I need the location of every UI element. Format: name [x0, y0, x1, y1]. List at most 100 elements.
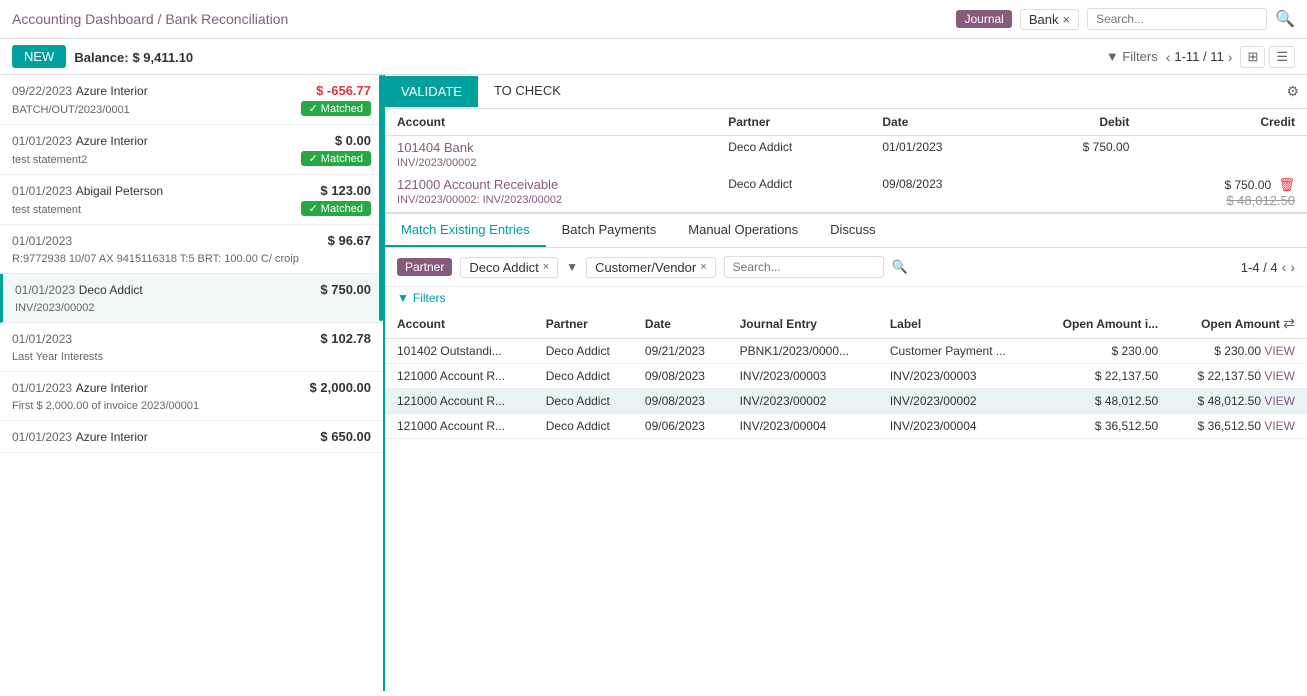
- kanban-view-button[interactable]: ⊞: [1240, 46, 1265, 68]
- bank-filter-close[interactable]: ×: [1062, 12, 1070, 27]
- item-ref: Last Year Interests: [12, 351, 103, 363]
- item-ref: test statement: [12, 204, 81, 216]
- item-ref: BATCH/OUT/2023/0001: [12, 104, 130, 116]
- item-date: 01/01/2023: [12, 430, 72, 444]
- date-cell: 01/01/2023: [870, 136, 1017, 174]
- view-buttons: ⊞ ☰: [1240, 46, 1295, 68]
- item-date: 01/01/2023: [12, 234, 72, 248]
- col-date: Date: [633, 309, 728, 339]
- new-button[interactable]: NEW: [12, 45, 66, 68]
- list-item[interactable]: 01/01/2023 Azure Interior $ 2,000.00 Fir…: [0, 372, 383, 421]
- filter-icon[interactable]: ▼: [397, 291, 409, 305]
- account-cell: 121000 Account Receivable INV/2023/00002…: [385, 173, 716, 212]
- item-ref: First $ 2,000.00 of invoice 2023/00001: [12, 400, 199, 412]
- item-date: 01/01/2023: [12, 184, 72, 198]
- match-search-input[interactable]: [724, 256, 884, 278]
- partner-filter-close[interactable]: ×: [543, 261, 549, 273]
- match-label: INV/2023/00003: [878, 364, 1036, 389]
- match-open-i: $ 48,012.50: [1036, 389, 1171, 414]
- item-date: 01/01/2023: [12, 381, 72, 395]
- match-date: 09/08/2023: [633, 389, 728, 414]
- partner-value-pill[interactable]: Deco Addict ×: [460, 257, 558, 278]
- customer-vendor-pill[interactable]: Customer/Vendor ×: [586, 257, 716, 278]
- list-view-button[interactable]: ☰: [1269, 46, 1295, 68]
- delete-icon[interactable]: 🗑: [1278, 177, 1295, 192]
- search-input[interactable]: [1087, 8, 1267, 30]
- bottom-tabs: Match Existing Entries Batch Payments Ma…: [385, 213, 1307, 248]
- customer-vendor-close[interactable]: ×: [700, 261, 706, 273]
- match-journal-entry: INV/2023/00003: [728, 364, 878, 389]
- item-date: 01/01/2023: [15, 283, 75, 297]
- item-amount: $ -656.77: [316, 83, 371, 98]
- match-row[interactable]: 121000 Account R... Deco Addict 09/06/20…: [385, 414, 1307, 439]
- next-page-button[interactable]: ›: [1228, 49, 1233, 65]
- item-amount: $ 650.00: [320, 429, 371, 444]
- debit-cell: [1018, 173, 1142, 212]
- match-open: $ 230.00 VIEW: [1170, 339, 1307, 364]
- view-link[interactable]: VIEW: [1264, 344, 1295, 358]
- match-next-button[interactable]: ›: [1290, 259, 1295, 275]
- list-item[interactable]: 01/01/2023 Azure Interior $ 650.00: [0, 421, 383, 453]
- tab-manual-operations[interactable]: Manual Operations: [672, 214, 814, 247]
- funnel-icon: ▼: [566, 260, 578, 274]
- list-item[interactable]: 01/01/2023 $ 102.78 Last Year Interests: [0, 323, 383, 372]
- match-row-highlighted[interactable]: 121000 Account R... Deco Addict 09/08/20…: [385, 389, 1307, 414]
- col-label: Label: [878, 309, 1036, 339]
- match-journal-entry: INV/2023/00002: [728, 389, 878, 414]
- list-item[interactable]: 01/01/2023 Deco Addict $ 750.00 INV/2023…: [0, 274, 383, 323]
- main-layout: 09/22/2023 Azure Interior $ -656.77 BATC…: [0, 75, 1307, 691]
- item-ref: R:9772938 10/07 AX 9415116318 T:5 BRT: 1…: [12, 253, 299, 265]
- tocheck-tab[interactable]: TO CHECK: [478, 75, 577, 108]
- view-link[interactable]: VIEW: [1264, 369, 1295, 383]
- header-right: Journal Bank × 🔍: [956, 8, 1295, 30]
- tab-batch-payments[interactable]: Batch Payments: [546, 214, 673, 247]
- left-panel: 09/22/2023 Azure Interior $ -656.77 BATC…: [0, 75, 385, 691]
- item-amount: $ 750.00: [320, 282, 371, 297]
- match-prev-button[interactable]: ‹: [1282, 259, 1287, 275]
- view-link[interactable]: VIEW: [1264, 394, 1295, 408]
- account-table: Account Partner Date Debit Credit 101404…: [385, 109, 1307, 212]
- filters-button[interactable]: ▼ Filters: [1106, 49, 1158, 64]
- item-partner: Deco Addict: [79, 283, 143, 297]
- tab-discuss[interactable]: Discuss: [814, 214, 892, 247]
- item-amount: $ 102.78: [320, 331, 371, 346]
- debit-header: Debit: [1018, 109, 1142, 136]
- partner-cell: Deco Addict: [716, 173, 870, 212]
- prev-page-button[interactable]: ‹: [1166, 49, 1171, 65]
- match-partner: Deco Addict: [534, 414, 633, 439]
- item-amount: $ 2,000.00: [310, 380, 371, 395]
- scrollbar[interactable]: [379, 75, 383, 321]
- match-row[interactable]: 121000 Account R... Deco Addict 09/08/20…: [385, 364, 1307, 389]
- item-partner: Abigail Peterson: [76, 184, 163, 198]
- item-amount: $ 96.67: [328, 233, 371, 248]
- pagination: ‹ 1-11 / 11 ›: [1166, 49, 1233, 65]
- list-item[interactable]: 01/01/2023 $ 96.67 R:9772938 10/07 AX 94…: [0, 225, 383, 274]
- matched-badge: Matched: [301, 101, 371, 116]
- list-item[interactable]: 01/01/2023 Abigail Peterson $ 123.00 tes…: [0, 175, 383, 225]
- account-header: Account: [385, 109, 716, 136]
- list-item[interactable]: 09/22/2023 Azure Interior $ -656.77 BATC…: [0, 75, 383, 125]
- match-date: 09/21/2023: [633, 339, 728, 364]
- filters-label[interactable]: Filters: [413, 291, 446, 305]
- partner-header: Partner: [716, 109, 870, 136]
- bank-filter-tag[interactable]: Bank ×: [1020, 9, 1079, 30]
- match-journal-entry: PBNK1/2023/0000...: [728, 339, 878, 364]
- item-partner: Azure Interior: [76, 134, 148, 148]
- validate-tab-bar: VALIDATE TO CHECK ⚙: [385, 75, 1307, 109]
- account-cell: 101404 Bank INV/2023/00002: [385, 136, 716, 174]
- search-icon-button[interactable]: 🔍: [1275, 9, 1295, 29]
- matched-badge: Matched: [301, 201, 371, 216]
- match-search-icon[interactable]: 🔍: [892, 259, 908, 275]
- col-open-amount-i: Open Amount i...: [1036, 309, 1171, 339]
- column-settings-button[interactable]: ⇄: [1283, 315, 1295, 332]
- settings-button[interactable]: ⚙: [1278, 75, 1307, 108]
- view-link[interactable]: VIEW: [1264, 419, 1295, 433]
- match-open: $ 22,137.50 VIEW: [1170, 364, 1307, 389]
- tab-match-existing[interactable]: Match Existing Entries: [385, 214, 546, 247]
- right-panel: VALIDATE TO CHECK ⚙ Account Partner Date…: [385, 75, 1307, 691]
- validate-tab[interactable]: VALIDATE: [385, 76, 478, 107]
- match-row[interactable]: 101402 Outstandi... Deco Addict 09/21/20…: [385, 339, 1307, 364]
- match-date: 09/06/2023: [633, 414, 728, 439]
- col-account: Account: [385, 309, 534, 339]
- list-item[interactable]: 01/01/2023 Azure Interior $ 0.00 test st…: [0, 125, 383, 175]
